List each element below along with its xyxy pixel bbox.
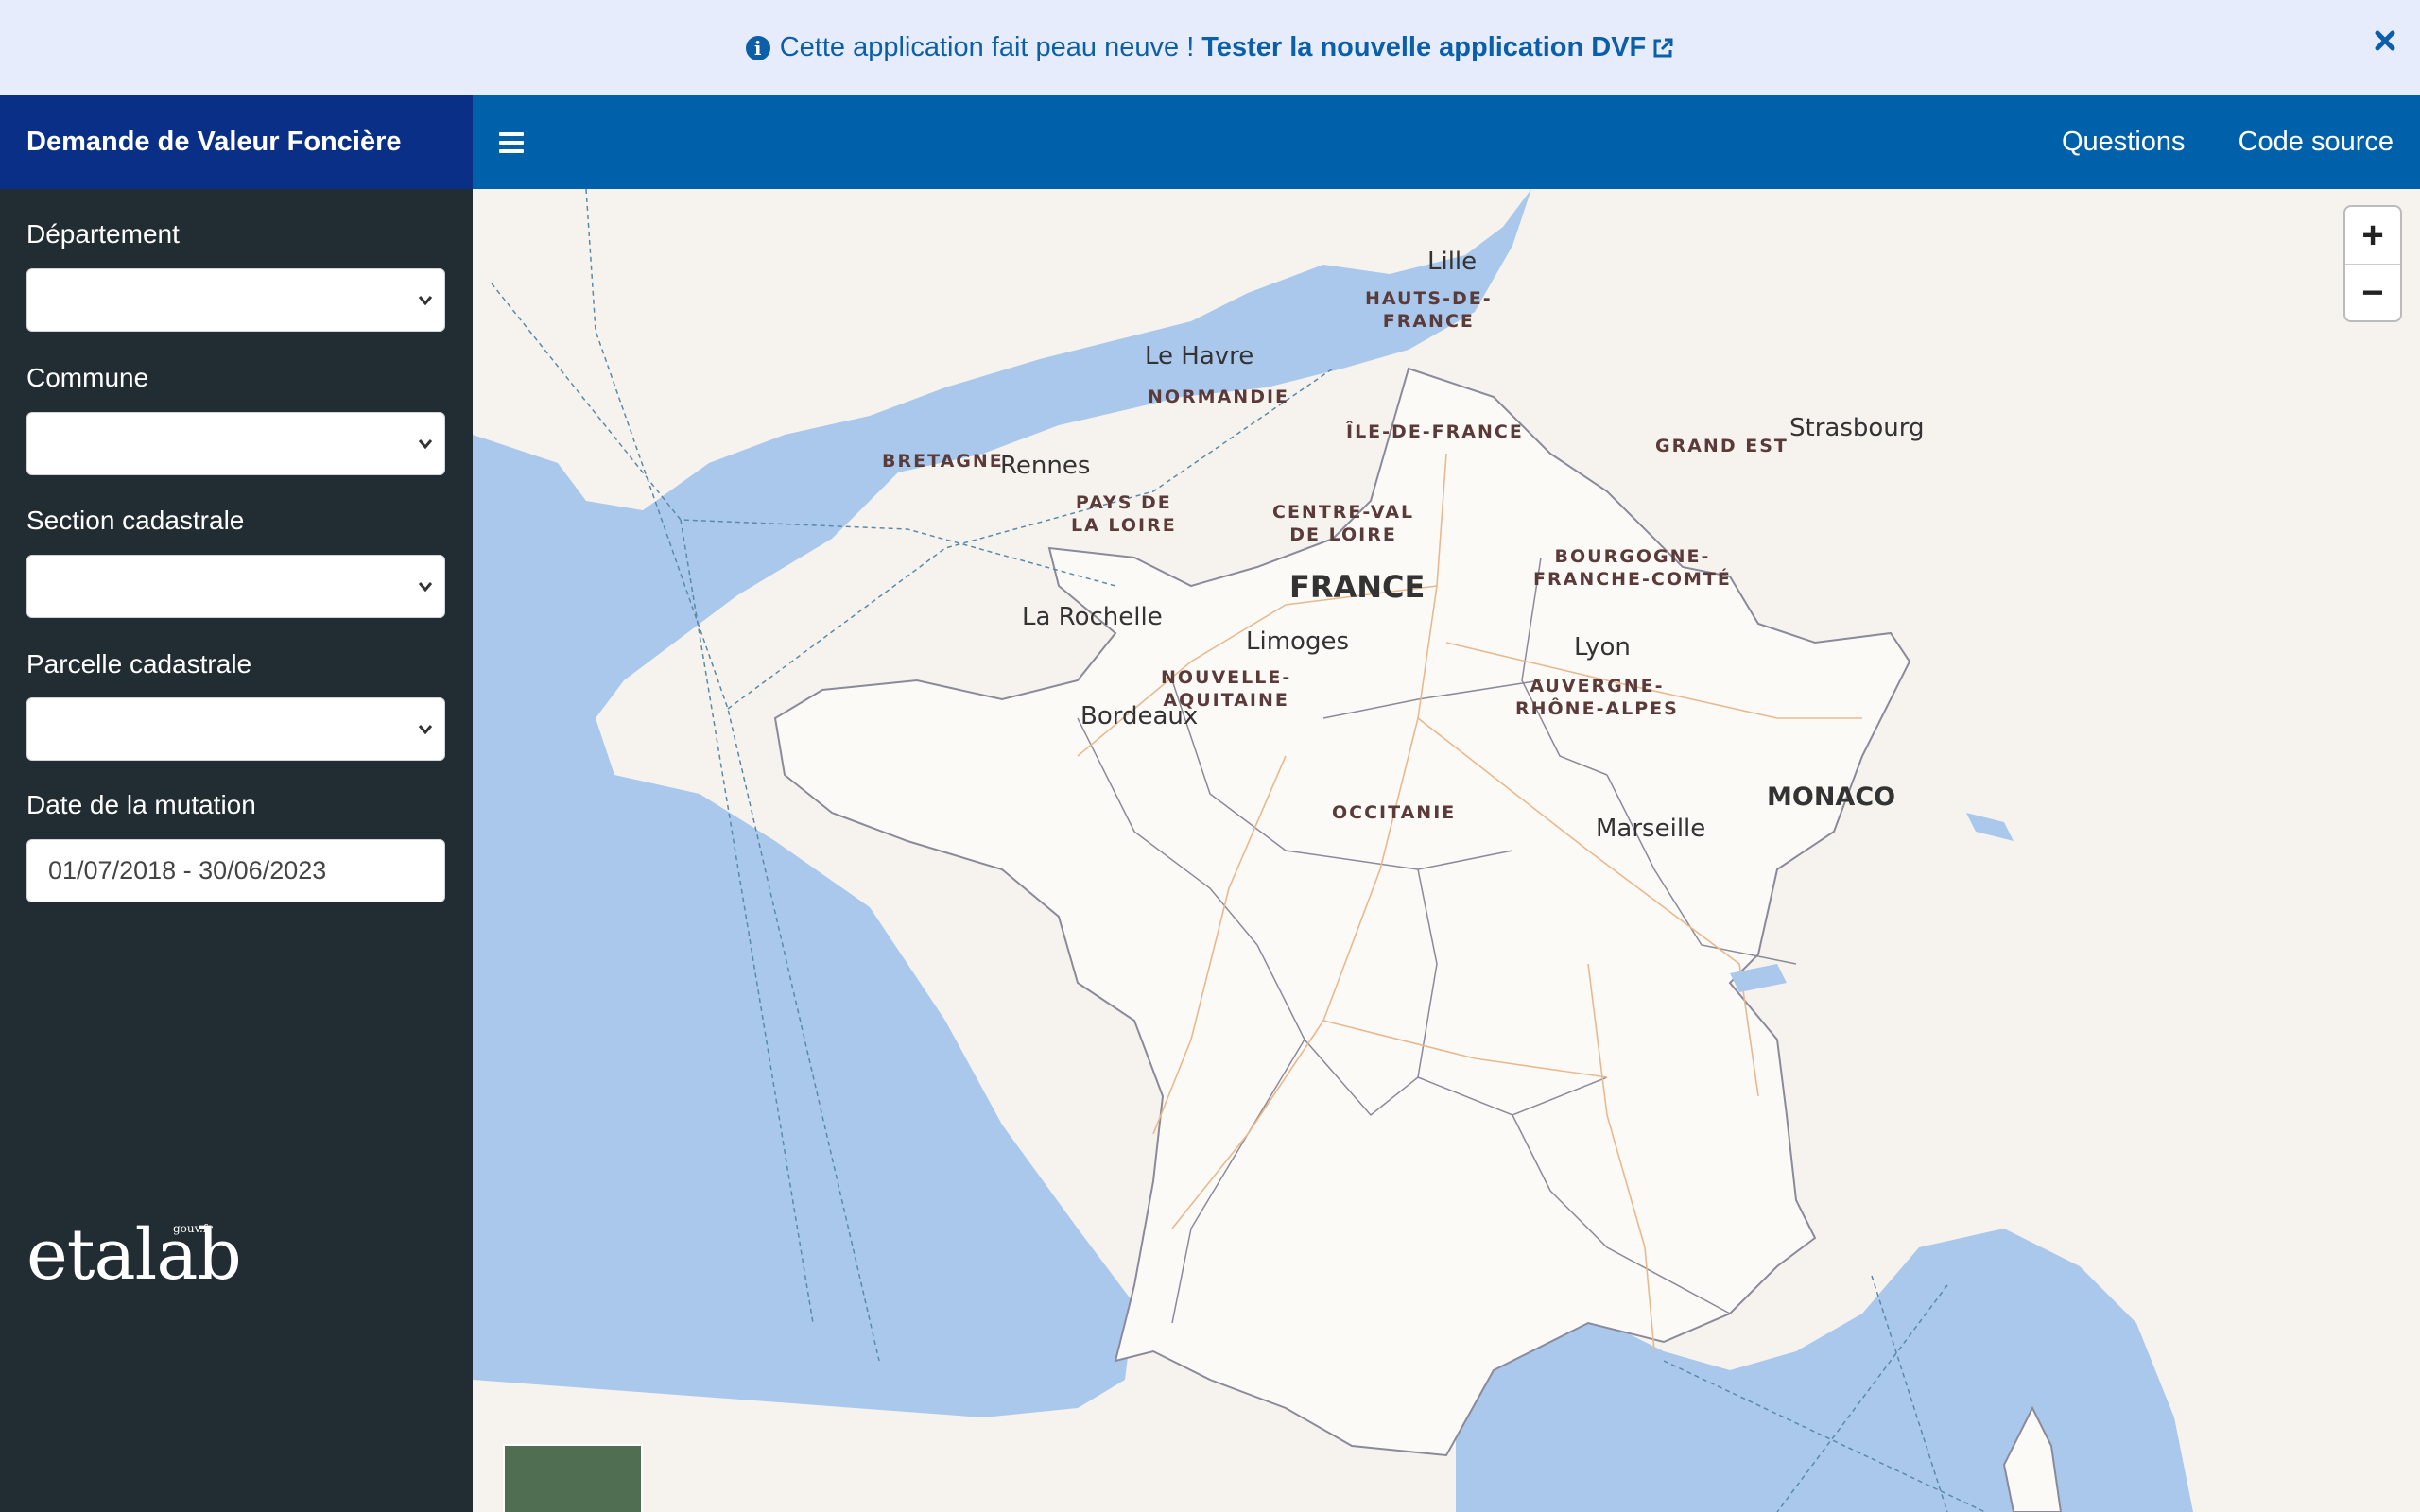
nav-questions-link[interactable]: Questions [2062, 127, 2186, 158]
etalab-logo-suffix: gouv.fr [173, 1222, 213, 1235]
city-label: Strasbourg [1789, 414, 1925, 442]
date-range-input[interactable]: 01/07/2018 - 30/06/2023 [26, 839, 445, 902]
departement-select[interactable] [26, 268, 445, 332]
basemap [473, 189, 2420, 1512]
chevron-down-icon [418, 296, 433, 306]
menu-toggle-icon[interactable] [499, 131, 524, 153]
banner-message: Cette application fait peau neuve ! [779, 32, 1195, 62]
new-app-link[interactable]: Tester la nouvelle application DVF [1201, 32, 1674, 63]
region-label: ÎLE-DE-FRANCE [1346, 421, 1524, 442]
region-label: GRAND EST [1655, 436, 1789, 456]
city-label: La Rochelle [1022, 603, 1163, 631]
region-label: NORMANDIE [1148, 387, 1290, 407]
region-label: OCCITANIE [1332, 802, 1457, 823]
section-label: Section cadastrale [26, 506, 245, 535]
city-label: Lille [1427, 248, 1478, 276]
section-select[interactable] [26, 555, 445, 618]
chevron-down-icon [418, 582, 433, 593]
info-banner: i Cette application fait peau neuve ! Te… [0, 0, 2420, 96]
departement-label: Département [26, 219, 180, 249]
external-link-icon [1653, 38, 1673, 58]
new-app-link-label: Tester la nouvelle application DVF [1201, 32, 1647, 62]
info-icon: i [745, 35, 770, 60]
region-label: BOURGOGNE- FRANCHE-COMTÉ [1533, 546, 1732, 590]
close-icon[interactable] [2371, 26, 2399, 55]
region-label: HAUTS-DE- FRANCE [1365, 288, 1493, 332]
commune-label: Commune [26, 363, 149, 392]
zoom-out-button[interactable]: − [2345, 265, 2400, 321]
nav-links: Questions Code source [2062, 127, 2420, 158]
city-label: MONACO [1767, 782, 1896, 812]
city-label: Lyon [1574, 633, 1631, 662]
zoom-in-button[interactable]: + [2345, 207, 2400, 265]
app-title[interactable]: Demande de Valeur Foncière [0, 95, 473, 189]
city-label: Le Havre [1145, 342, 1254, 370]
zoom-control: + − [2343, 205, 2402, 322]
map-view[interactable]: Lille Le Havre Rennes Strasbourg La Roch… [473, 189, 2420, 1512]
chevron-down-icon [418, 725, 433, 735]
region-label: AUVERGNE- RHÔNE-ALPES [1515, 676, 1679, 719]
region-label: PAYS DE LA LOIRE [1071, 492, 1177, 536]
satellite-layer-toggle[interactable] [503, 1444, 643, 1512]
commune-select[interactable] [26, 412, 445, 475]
top-navbar: Questions Code source [473, 95, 2420, 189]
country-label: FRANCE [1289, 569, 1426, 605]
city-label: Limoges [1246, 627, 1349, 656]
chevron-down-icon [418, 439, 433, 450]
nav-source-link[interactable]: Code source [2238, 127, 2394, 158]
region-label: BRETAGNE [882, 451, 1004, 472]
city-label: Rennes [1000, 452, 1091, 480]
region-label: NOUVELLE- AQUITAINE [1161, 667, 1292, 711]
region-label: CENTRE-VAL DE LOIRE [1272, 502, 1415, 545]
parcelle-select[interactable] [26, 697, 445, 761]
parcelle-label: Parcelle cadastrale [26, 649, 252, 679]
sidebar: Département Commune Section cadastrale P… [0, 189, 473, 1512]
date-label: Date de la mutation [26, 790, 256, 819]
city-label: Marseille [1596, 815, 1706, 843]
